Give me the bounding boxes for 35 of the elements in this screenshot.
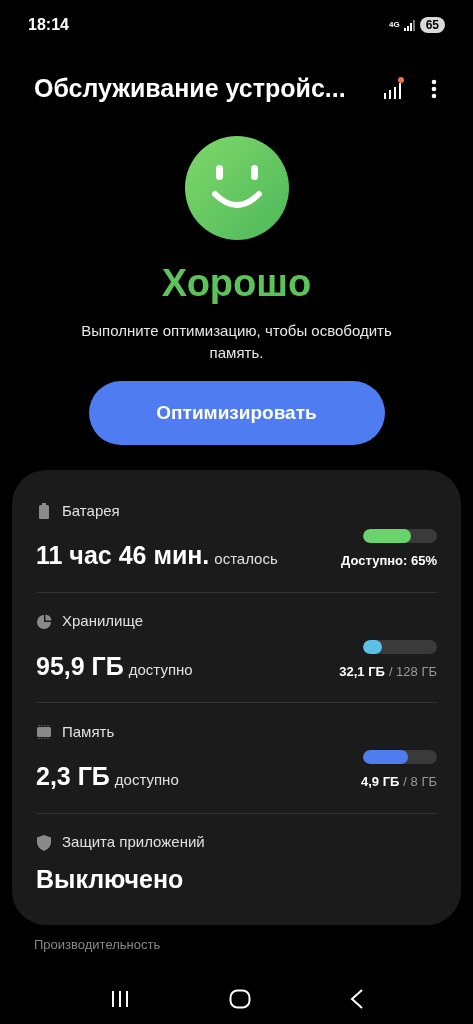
item-value: 95,9 ГБ [36,650,124,682]
usage-detail: 32,1 ГБ [339,662,385,681]
item-title: Хранилище [62,611,143,632]
usage-detail: Доступно: 65% [341,552,437,570]
item-title: Защита приложений [62,832,205,853]
back-icon[interactable] [349,989,364,1009]
status-label: Хорошо [161,261,312,306]
chip-icon [36,724,52,740]
battery-indicator: 65 [419,17,445,33]
section-heading: Производительность [33,937,162,953]
optimize-button[interactable]: Оптимизировать [88,381,385,445]
network-type: 4G [388,21,400,29]
more-options-icon[interactable] [431,79,437,99]
item-suffix: доступно [114,770,179,790]
item-suffix: доступно [128,659,193,680]
pie-chart-icon [36,613,52,630]
item-title: Память [62,721,115,742]
signal-icon [403,19,416,31]
item-value: 2,3 ГБ [36,761,110,792]
recent-apps-icon[interactable] [109,990,130,1008]
home-icon[interactable] [228,989,251,1009]
signal-bars-icon[interactable] [383,77,405,101]
smiley-icon [184,136,289,240]
status-time: 18:14 [28,15,69,35]
item-suffix: осталось [214,549,278,569]
battery-icon [39,503,49,519]
item-value: Выключено [36,863,184,895]
usage-total: / 8 ГБ [403,773,437,791]
status-message: Выполните оптимизацию, чтобы освободить память. [80,321,393,363]
item-value: 11 час 46 мин. [36,540,210,571]
usage-detail: 4,9 ГБ [360,773,400,791]
usage-total: / 128 ГБ [388,662,437,681]
page-title: Обслуживание устройс... [34,73,346,105]
item-title: Батарея [62,500,120,521]
shield-icon [37,834,51,851]
